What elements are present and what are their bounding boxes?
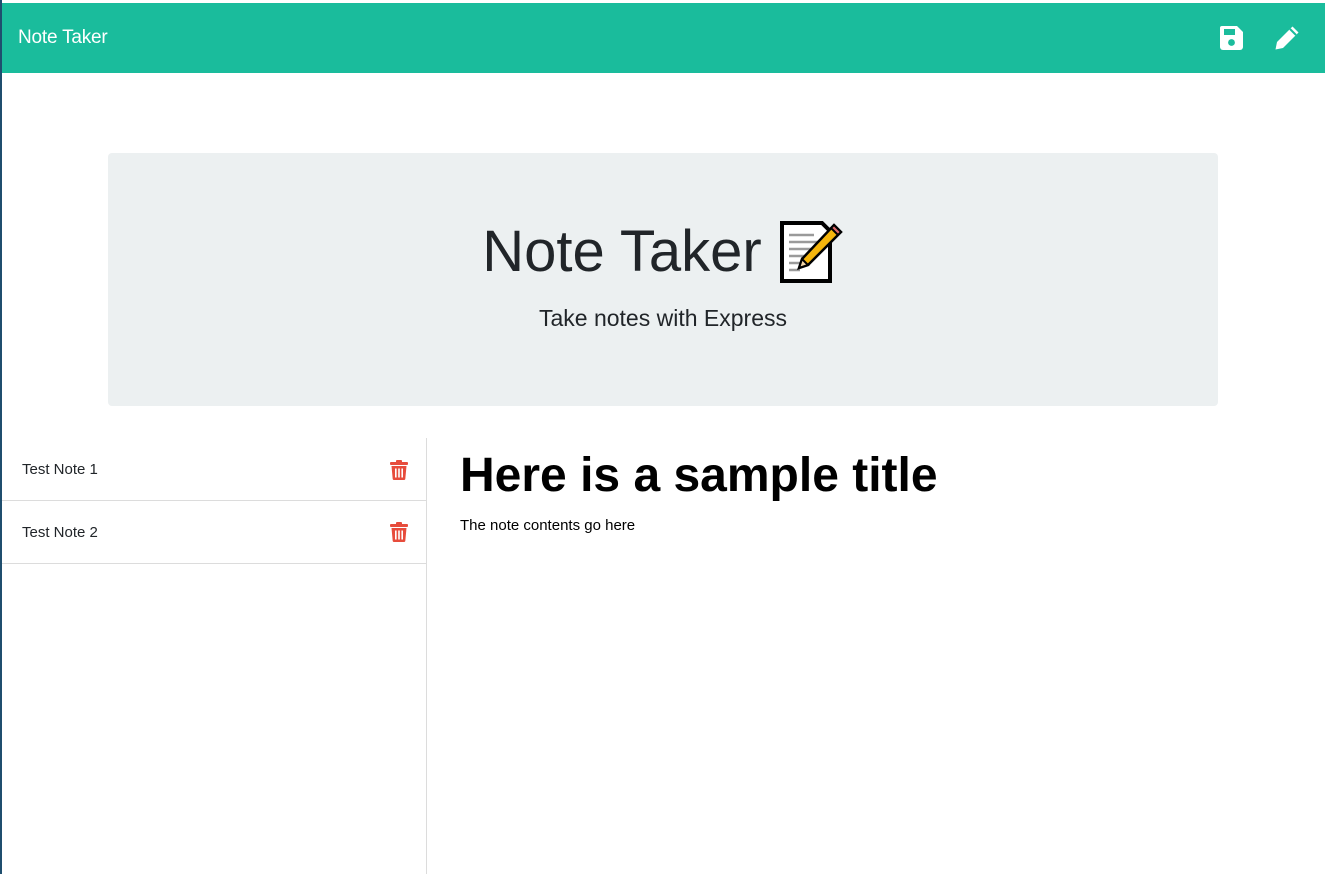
note-text-area[interactable]: The note contents go here (460, 517, 1300, 534)
note-list-item-label: Test Note 1 (22, 461, 98, 478)
trash-icon[interactable] (390, 459, 408, 480)
notes-sidebar: Test Note 1 Test Note 2 (2, 438, 427, 874)
floppy-disk-icon (1219, 26, 1243, 50)
note-editor: Here is a sample title The note contents… (460, 445, 1300, 534)
trash-icon[interactable] (390, 522, 408, 542)
save-note-button[interactable] (1217, 24, 1245, 52)
nav-actions (1217, 3, 1301, 73)
note-title-input[interactable]: Here is a sample title (460, 445, 1300, 507)
hero-banner: Note Taker Take notes with Express (108, 153, 1218, 406)
hero-title-row: Note Taker (108, 215, 1218, 289)
navbar: Note Taker (2, 3, 1325, 73)
new-note-button[interactable] (1273, 24, 1301, 52)
pencil-icon (1275, 26, 1299, 50)
app-window: Note Taker Note Taker Take notes with Ex… (0, 0, 1325, 874)
hero-title: Note Taker (482, 219, 762, 284)
brand-link[interactable]: Note Taker (18, 27, 108, 49)
note-list-item-label: Test Note 2 (22, 523, 98, 541)
memo-icon (779, 221, 843, 283)
note-list-item[interactable]: Test Note 2 (2, 501, 426, 564)
note-list-item[interactable]: Test Note 1 (2, 438, 426, 501)
hero-subtitle: Take notes with Express (538, 305, 787, 331)
